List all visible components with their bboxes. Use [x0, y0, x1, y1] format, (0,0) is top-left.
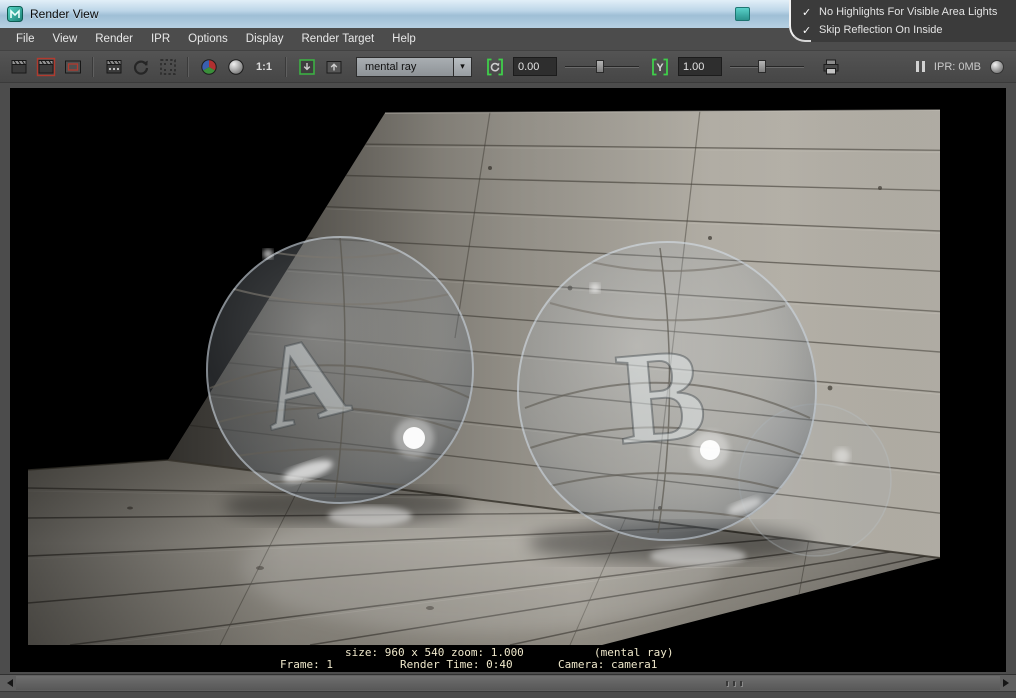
renderer-value: mental ray [365, 60, 417, 73]
horizontal-scrollbar[interactable] [0, 674, 1016, 692]
exposure-slider[interactable] [565, 57, 639, 76]
toolbar-right-group: IPR: 0MB [915, 59, 1010, 74]
options-popup-menu: ✓ No Highlights For Visible Area Lights … [789, 0, 1016, 42]
menu-option-skip-reflection[interactable]: ✓ Skip Reflection On Inside [789, 21, 1016, 39]
gamma-icon: Y [651, 58, 668, 75]
ipr-render-button[interactable] [101, 54, 126, 79]
scroll-right-button[interactable] [1000, 675, 1016, 691]
ipr-memory-label: IPR: 0MB [933, 60, 981, 73]
real-size-button[interactable]: 1:1 [250, 54, 278, 79]
toolbar-separator [92, 56, 94, 77]
rendered-image: A B [10, 88, 1006, 645]
chevron-down-icon: ▾ [453, 57, 471, 76]
alpha-channel-icon [227, 58, 244, 75]
redo-previous-render-icon [36, 57, 55, 76]
check-icon: ✓ [802, 6, 812, 19]
check-icon: ✓ [802, 24, 812, 37]
render-current-frame-icon [11, 59, 26, 73]
scrollbar-grip-dots [726, 681, 742, 686]
print-button[interactable] [818, 54, 843, 79]
menu-options[interactable]: Options [179, 29, 237, 49]
render-current-frame-button[interactable] [6, 54, 31, 79]
remove-image-icon [326, 60, 341, 73]
maya-app-icon [7, 6, 23, 22]
ipr-render-icon [106, 59, 121, 73]
menu-render[interactable]: Render [86, 29, 142, 49]
refresh-ipr-icon [133, 60, 148, 75]
toolbar-separator [187, 56, 189, 77]
menu-option-label: Skip Reflection On Inside [819, 24, 943, 36]
scrollbar-thumb[interactable] [16, 676, 1000, 690]
ipr-indicator-sphere-icon [990, 59, 1004, 74]
render-canvas[interactable]: A B size: 960 x 540 zoom: 1.000 (mental … [10, 88, 1006, 672]
remove-image-button[interactable] [321, 54, 346, 79]
menu-render-target[interactable]: Render Target [293, 29, 384, 49]
menu-option-no-highlights[interactable]: ✓ No Highlights For Visible Area Lights [789, 3, 1016, 21]
svg-text:Y: Y [656, 62, 664, 74]
status-frame: Frame: 1 [280, 658, 333, 671]
ipr-update-region-icon [159, 58, 176, 75]
menu-option-label: No Highlights For Visible Area Lights [819, 6, 998, 18]
print-icon [823, 59, 838, 74]
menu-ipr[interactable]: IPR [142, 29, 179, 49]
keep-image-button[interactable] [294, 54, 319, 79]
renderer-select[interactable]: mental ray ▾ [356, 56, 472, 77]
menu-file[interactable]: File [7, 29, 44, 49]
render-viewport: A B size: 960 x 540 zoom: 1.000 (mental … [0, 83, 1016, 674]
pause-ipr-icon[interactable] [915, 61, 925, 72]
toolbar-separator [285, 56, 287, 77]
exposure-icon-button[interactable] [482, 54, 507, 79]
slider-groove [730, 66, 804, 68]
exposure-icon [486, 58, 503, 75]
render-view-window: Render View File View Render IPR Options… [0, 0, 1016, 698]
exposure-slider-handle[interactable] [596, 60, 605, 73]
refresh-ipr-button[interactable] [128, 54, 153, 79]
scroll-left-button[interactable] [0, 675, 16, 691]
status-camera: Camera: camera1 [558, 658, 658, 671]
menu-help[interactable]: Help [383, 29, 425, 49]
window-title: Render View [30, 7, 99, 21]
menu-view[interactable]: View [44, 29, 87, 49]
snapshot-button[interactable] [60, 54, 85, 79]
keep-image-icon [298, 58, 315, 75]
alpha-channel-button[interactable] [223, 54, 248, 79]
gamma-slider[interactable] [730, 57, 804, 76]
gamma-slider-handle[interactable] [758, 60, 767, 73]
titlebar-teal-badge [735, 7, 750, 21]
right-arrow-icon [1003, 679, 1013, 687]
gamma-icon-button[interactable]: Y [647, 54, 672, 79]
redo-previous-render-button[interactable] [33, 54, 58, 79]
rgb-channels-button[interactable] [196, 54, 221, 79]
ipr-update-region-button[interactable] [155, 54, 180, 79]
snapshot-icon [64, 60, 81, 73]
menu-display[interactable]: Display [237, 29, 293, 49]
exposure-input[interactable] [513, 57, 557, 76]
toolbar: 1:1 mental ray ▾ 0.00 Y 1.00 IPR: 0MB [0, 51, 1016, 83]
gamma-input[interactable] [678, 57, 722, 76]
status-render-time: Render Time: 0:40 [400, 658, 513, 671]
left-arrow-icon [3, 679, 13, 687]
rgb-channels-icon [200, 58, 217, 75]
